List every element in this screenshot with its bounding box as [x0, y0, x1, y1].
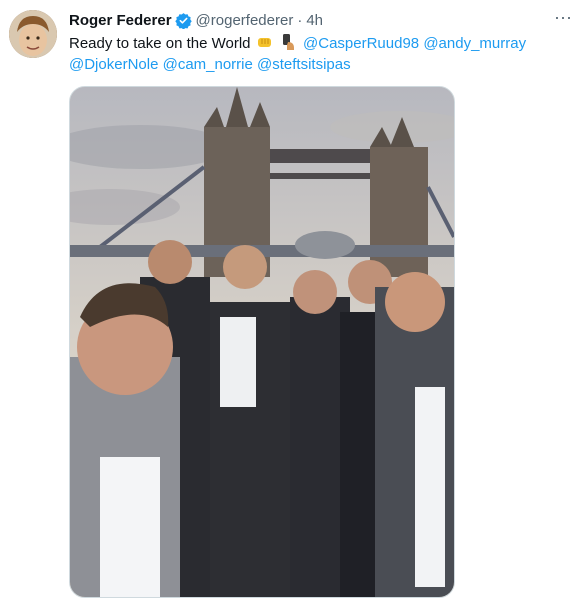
- tweet-timestamp[interactable]: 4h: [306, 12, 323, 29]
- tweet-card[interactable]: Roger Federer @rogerfederer · 4h ··· Rea…: [0, 0, 583, 603]
- mention-link[interactable]: @CasperRuud98: [303, 35, 419, 52]
- mention-link[interactable]: @andy_murray: [423, 35, 526, 52]
- mention-link[interactable]: @steftsitsipas: [257, 56, 351, 73]
- oncoming-fist-emoji: [256, 33, 274, 51]
- author-name[interactable]: Roger Federer: [69, 12, 172, 29]
- tweet-photo[interactable]: [69, 86, 455, 598]
- mention-link[interactable]: @DjokerNole: [69, 56, 158, 73]
- tweet-header: Roger Federer @rogerfederer · 4h: [69, 10, 323, 30]
- author-avatar[interactable]: [9, 10, 57, 58]
- author-handle[interactable]: @rogerfederer: [196, 12, 294, 29]
- separator-dot: ·: [297, 11, 303, 29]
- tweet-text-body: Ready to take on the World: [69, 35, 251, 52]
- tweet-text: Ready to take on the World @CasperRuud98…: [69, 33, 569, 75]
- verified-badge-icon: [174, 12, 192, 29]
- more-options-icon[interactable]: ···: [553, 8, 573, 30]
- mention-link[interactable]: @cam_norrie: [163, 56, 253, 73]
- selfie-emoji: [280, 33, 298, 51]
